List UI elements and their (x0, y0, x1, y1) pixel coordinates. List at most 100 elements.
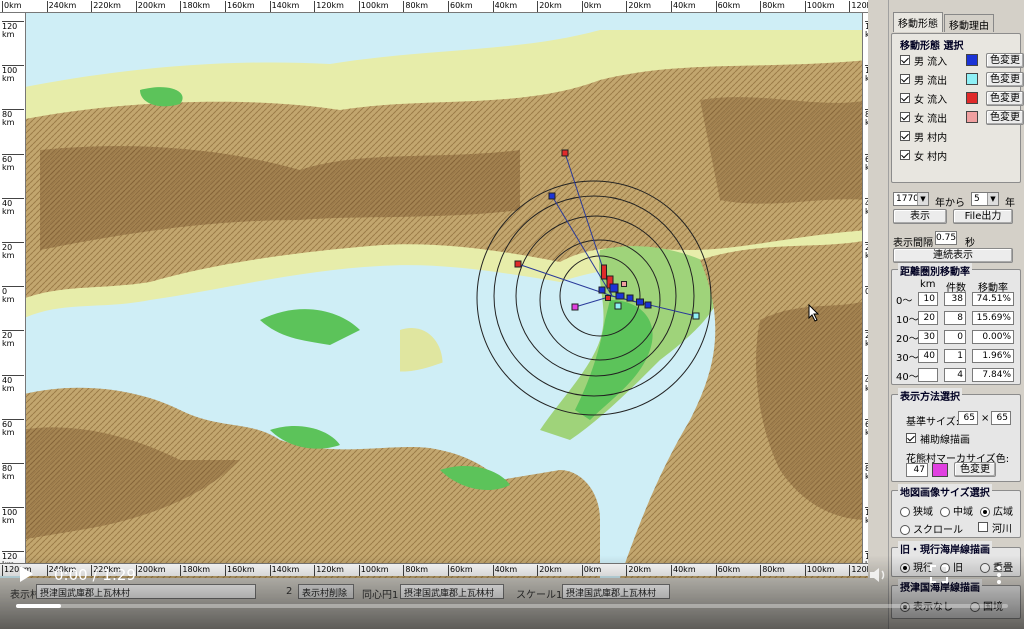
coastline-current[interactable]: 現行 (900, 559, 933, 574)
migration-marker (571, 303, 579, 311)
concentric-select[interactable]: 摂津国武庫郡上瓦林村 (400, 584, 504, 599)
show-button[interactable]: 表示 (893, 209, 947, 224)
base-width-input[interactable]: 65 (958, 411, 978, 425)
distance-to-input[interactable]: 40 (918, 349, 938, 363)
color-change-button[interactable]: 色変更 (986, 71, 1024, 87)
base-height-input[interactable]: 65 (991, 411, 1011, 425)
control-panel: 移動形態 移動理由 移動形態 選択 男 流入 色変更男 流出 色変更女 流入 色変更女… (888, 0, 1024, 629)
radio-mid[interactable] (940, 507, 950, 517)
video-progress-bar[interactable] (16, 604, 1008, 608)
movement-label: 男 流出 (914, 75, 948, 87)
radio-current[interactable] (900, 563, 910, 573)
ruler-tick-label: 40 km (2, 197, 24, 216)
radio-wide[interactable] (980, 507, 990, 517)
base-size-label: 基準サイズ: (906, 417, 960, 428)
movement-checkbox[interactable] (900, 150, 910, 160)
ruler-tick-label: 20km (537, 565, 562, 576)
year-span-select[interactable]: 5 ▼ (971, 192, 999, 206)
play-icon[interactable] (16, 564, 36, 584)
color-change-button[interactable]: 色変更 (986, 90, 1024, 106)
radio-overlay[interactable] (980, 563, 990, 573)
movement-option-row[interactable]: 女 流入 色変更 (900, 90, 1024, 106)
chevron-down-icon: ▼ (917, 193, 928, 205)
ruler-tick-label: 120km (849, 1, 868, 12)
ruler-tick-label: 100km (358, 1, 389, 12)
ruler-tick-label: 100 km (865, 507, 868, 525)
migration-line (551, 195, 613, 297)
map-size-option-wide[interactable]: 広域 (980, 503, 1013, 518)
ruler-tick-label: 40km (671, 1, 696, 12)
ruler-tick-label: 200km (135, 1, 166, 12)
map-window[interactable]: 0km 240km 220km 200km 180km 160km 140km 120km 10… (0, 0, 868, 578)
mouse-cursor-icon (808, 304, 820, 322)
volume-icon[interactable] (868, 565, 888, 585)
distance-from-label: 40〜 (896, 372, 919, 383)
river-checkbox-row[interactable]: 河川 (978, 519, 1012, 535)
scale-select[interactable]: 摂津国武庫郡上瓦林村 (562, 584, 670, 599)
ruler-tick-label: 80km (403, 1, 428, 12)
interval-unit-label: 秒 (965, 238, 975, 249)
movement-checkbox[interactable] (900, 55, 910, 65)
movement-option-row[interactable]: 男 流入 色変更 (900, 52, 1024, 68)
map-size-option-mid[interactable]: 中域 (940, 503, 973, 518)
color-change-button[interactable]: 色変更 (986, 109, 1024, 125)
ruler-tick-label: 60km (448, 1, 473, 12)
village-cluster-marker (636, 298, 644, 306)
movement-option-row[interactable]: 女 流出 色変更 (900, 109, 1024, 125)
movement-checkbox[interactable] (900, 74, 910, 84)
marker-size-input[interactable]: 47 (906, 463, 928, 477)
year-select[interactable]: 1770 ▼ (893, 192, 929, 206)
aux-line-checkbox[interactable] (906, 433, 916, 443)
tab-movement-reason[interactable]: 移動理由 (944, 14, 994, 32)
movement-checkbox[interactable] (900, 131, 910, 141)
migration-marker (561, 149, 569, 157)
distance-to-input[interactable]: 30 (918, 330, 938, 344)
movement-checkbox[interactable] (900, 112, 910, 122)
settsu-coastline-group: 摂津国海岸線描画 表示なし 国境 (891, 579, 1021, 619)
village-cluster-marker (601, 264, 607, 280)
movement-option-row[interactable]: 女 村内 (900, 147, 960, 163)
ruler-tick-label: 20 km (865, 242, 868, 260)
map-size-option-scroll[interactable]: スクロール (900, 521, 963, 536)
movement-checkbox[interactable] (900, 93, 910, 103)
more-options-icon[interactable] (992, 564, 1006, 586)
ruler-tick-label: 120km (314, 1, 344, 12)
river-label: 河川 (992, 523, 1012, 535)
movement-label: 女 流入 (914, 94, 948, 106)
continuous-display-button[interactable]: 連続表示 (893, 248, 1013, 263)
file-output-button[interactable]: File出力 (953, 209, 1013, 224)
distance-count-value: 8 (944, 311, 966, 325)
display-village-select[interactable]: 摂津国武庫郡上瓦林村 (36, 584, 256, 599)
ruler-tick-label: 100 km (2, 65, 24, 83)
color-change-button[interactable]: 色変更 (986, 52, 1024, 68)
movement-option-row[interactable]: 男 村内 (900, 128, 960, 144)
migration-markers (514, 149, 700, 320)
distance-to-input[interactable]: 10 (918, 292, 938, 306)
movement-type-group-title: 移動形態 選択 (898, 37, 966, 52)
movement-option-row[interactable]: 男 流出 色変更 (900, 71, 1024, 87)
aux-line-checkbox-row[interactable]: 補助線描画 (906, 430, 970, 446)
distance-count-value: 4 (944, 368, 966, 382)
right-distance-ruler: 120 km 100 km 80 km 60 km 40 km 20 km 0 20 km 40… (862, 13, 868, 563)
distance-from-label: 0〜 (896, 296, 913, 307)
tab-movement-type[interactable]: 移動形態 (893, 12, 943, 32)
village-cluster-marker (609, 283, 619, 293)
remove-village-button[interactable]: 表示村削除 (298, 584, 354, 599)
distance-circle (493, 195, 695, 397)
ruler-tick-label: 80 km (2, 109, 24, 127)
ruler-tick-label: 0km (581, 565, 601, 576)
interval-input[interactable]: 0.75 (935, 231, 957, 245)
distance-rate-value: 1.96% (972, 349, 1014, 363)
river-checkbox[interactable] (978, 522, 988, 532)
distance-to-input[interactable] (918, 368, 938, 382)
distance-to-input[interactable]: 20 (918, 311, 938, 325)
concentric-label: 同心円1 (362, 590, 399, 601)
radio-narrow[interactable] (900, 507, 910, 517)
radio-scroll[interactable] (900, 525, 910, 535)
fullscreen-icon[interactable] (930, 565, 948, 583)
movement-label: 女 流出 (914, 113, 948, 125)
aux-line-label: 補助線描画 (920, 434, 970, 446)
map-size-option-narrow[interactable]: 狭域 (900, 503, 933, 518)
distance-count-value: 0 (944, 330, 966, 344)
marker-color-button[interactable]: 色変更 (954, 462, 996, 477)
